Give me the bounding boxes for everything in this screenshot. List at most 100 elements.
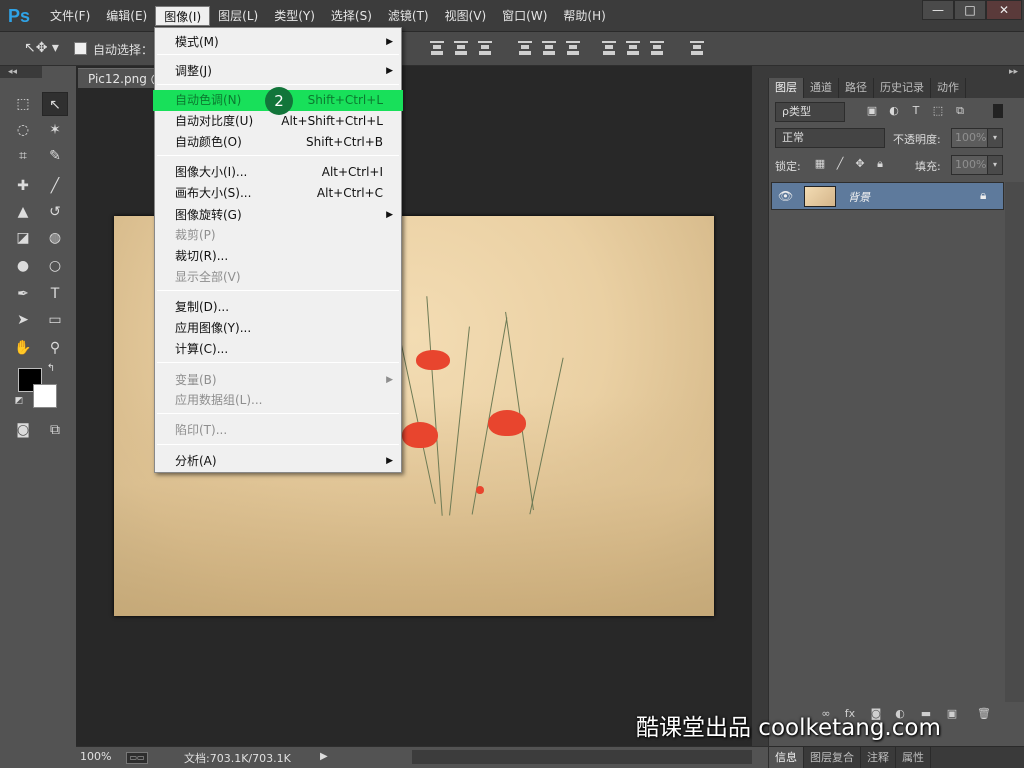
menu-item[interactable]: 滤镜(T): [380, 6, 437, 26]
image-menu-item[interactable]: 复制(D)...: [155, 297, 401, 318]
paint-bucket-icon[interactable]: ◍: [42, 226, 68, 250]
delete-layer-icon[interactable]: 🗑︎: [977, 707, 991, 721]
lock-transparent-icon[interactable]: ▦: [813, 157, 827, 171]
bottom-panel-tabs: 信息 图层复合 注释 属性: [769, 746, 1024, 768]
background-color-swatch[interactable]: [33, 384, 57, 408]
path-select-icon[interactable]: ➤: [10, 308, 36, 332]
move-icon[interactable]: ↖: [42, 92, 68, 116]
eraser-icon[interactable]: ◪: [10, 226, 36, 250]
layer-lock-icon: 🔒︎: [980, 188, 987, 202]
bottom-panel-tab[interactable]: 注释: [861, 747, 896, 768]
lock-position-icon[interactable]: ✥: [853, 157, 867, 171]
adjustment-filter-icon[interactable]: ◐: [887, 104, 901, 118]
brush-icon[interactable]: ╱: [42, 174, 68, 198]
zoom-icon[interactable]: ⚲: [42, 336, 68, 360]
menu-item[interactable]: 视图(V): [437, 6, 495, 26]
visibility-eye-icon[interactable]: 👁︎: [778, 189, 793, 203]
image-menu-item[interactable]: 画布大小(S)... Alt+Ctrl+C: [155, 183, 401, 204]
maximize-button[interactable]: □: [954, 0, 986, 20]
eyedropper-icon[interactable]: ✎: [42, 144, 68, 168]
align-icon[interactable]: [690, 41, 704, 57]
align-icon[interactable]: [430, 41, 444, 57]
layer-filter-select[interactable]: ρ类型: [775, 102, 845, 122]
align-icon[interactable]: [454, 41, 468, 57]
fill-dropdown-icon[interactable]: ▾: [987, 155, 1003, 175]
pen-icon[interactable]: ✒: [10, 282, 36, 306]
align-icon[interactable]: [566, 41, 580, 57]
magic-wand-icon[interactable]: ✶: [42, 118, 68, 142]
history-brush-icon[interactable]: ↺: [42, 200, 68, 224]
menu-item[interactable]: 窗口(W): [494, 6, 555, 26]
lasso-icon[interactable]: ◌: [10, 118, 36, 142]
bottom-panel-tab[interactable]: 属性: [896, 747, 931, 768]
vertical-scrollbar[interactable]: [752, 66, 768, 746]
align-icon[interactable]: [478, 41, 492, 57]
image-menu-item[interactable]: 调整(J) ▶: [155, 61, 401, 82]
menu-item[interactable]: 文件(F): [42, 6, 98, 26]
image-menu-item[interactable]: 自动颜色(O) Shift+Ctrl+B: [155, 132, 401, 153]
horizontal-scrollbar[interactable]: [412, 750, 752, 764]
minimize-button[interactable]: —: [922, 0, 954, 20]
image-menu-item[interactable]: 分析(A) ▶: [155, 451, 401, 472]
panels-collapse-bar[interactable]: ▸▸: [768, 66, 1024, 78]
healing-brush-icon[interactable]: ✚: [10, 174, 36, 198]
clone-stamp-icon[interactable]: ▲: [10, 200, 36, 224]
zoom-level[interactable]: 100%: [80, 750, 111, 763]
type-icon[interactable]: T: [42, 282, 68, 306]
shape-filter-icon[interactable]: ⬚: [931, 104, 945, 118]
crop-icon[interactable]: ⌗: [10, 144, 36, 168]
layer-row-background[interactable]: 👁︎ 背景 🔒︎: [771, 182, 1004, 210]
rectangle-icon[interactable]: ▭: [42, 308, 68, 332]
auto-select-checkbox[interactable]: [74, 42, 87, 55]
align-icon[interactable]: [542, 41, 556, 57]
panel-tab[interactable]: 历史记录: [874, 78, 931, 98]
bottom-panel-tab[interactable]: 图层复合: [804, 747, 861, 768]
dodge-icon[interactable]: ○: [42, 254, 68, 278]
screen-mode-icon[interactable]: ⧉: [42, 418, 68, 442]
hand-icon[interactable]: ✋: [10, 336, 36, 360]
bottom-panel-tab[interactable]: 信息: [769, 747, 804, 768]
tools-collapse-bar[interactable]: ◂◂: [0, 66, 42, 78]
smart-object-filter-icon[interactable]: ⧉: [953, 104, 967, 118]
menu-item[interactable]: 类型(Y): [266, 6, 323, 26]
panel-tab[interactable]: 路径: [839, 78, 874, 98]
menu-item[interactable]: 编辑(E): [98, 6, 155, 26]
status-bar: 100% ▭▭ 文档:703.1K/703.1K ▶: [76, 746, 768, 768]
quick-mask-icon[interactable]: ◙: [10, 418, 36, 442]
blur-icon[interactable]: ●: [10, 254, 36, 278]
align-icon[interactable]: [650, 41, 664, 57]
menu-item[interactable]: 帮助(H): [555, 6, 613, 26]
menu-item-label: 自动颜色(O): [175, 135, 242, 149]
image-menu-item[interactable]: 计算(C)...: [155, 339, 401, 360]
image-menu-item[interactable]: 裁切(R)...: [155, 246, 401, 267]
new-layer-icon[interactable]: ▣: [945, 707, 959, 721]
menu-item[interactable]: 选择(S): [323, 6, 380, 26]
layers-scrollbar[interactable]: [1005, 182, 1024, 702]
status-preview-icon[interactable]: ▭▭: [126, 752, 148, 764]
image-menu-item[interactable]: 模式(M) ▶: [155, 32, 401, 53]
blend-mode-select[interactable]: 正常: [775, 128, 885, 148]
image-menu-item[interactable]: 应用图像(Y)...: [155, 318, 401, 339]
image-menu-item[interactable]: 图像大小(I)... Alt+Ctrl+I: [155, 162, 401, 183]
menu-item[interactable]: 图像(I): [155, 6, 211, 26]
filter-toggle-icon[interactable]: [993, 104, 1003, 118]
menu-item[interactable]: 图层(L): [210, 6, 266, 26]
align-icon[interactable]: [626, 41, 640, 57]
close-button[interactable]: ✕: [986, 0, 1022, 20]
lock-pixels-icon[interactable]: ╱: [833, 157, 847, 171]
swap-colors-icon[interactable]: ↰: [44, 362, 58, 376]
align-icon[interactable]: [518, 41, 532, 57]
panel-tab[interactable]: 通道: [804, 78, 839, 98]
opacity-dropdown-icon[interactable]: ▾: [987, 128, 1003, 148]
image-menu-item[interactable]: 图像旋转(G) ▶: [155, 205, 401, 226]
move-tool-preset-icon[interactable]: ↖✥ ▾: [24, 40, 59, 56]
panel-tab[interactable]: 动作: [931, 78, 966, 98]
marquee-icon[interactable]: ⬚: [10, 92, 36, 116]
lock-all-icon[interactable]: 🔒︎: [873, 157, 887, 171]
status-menu-arrow-icon[interactable]: ▶: [320, 751, 328, 762]
default-colors-icon[interactable]: ◩: [12, 394, 26, 408]
type-filter-icon[interactable]: T: [909, 104, 923, 118]
panel-tab[interactable]: 图层: [769, 78, 804, 98]
align-icon[interactable]: [602, 41, 616, 57]
image-filter-icon[interactable]: ▣: [865, 104, 879, 118]
